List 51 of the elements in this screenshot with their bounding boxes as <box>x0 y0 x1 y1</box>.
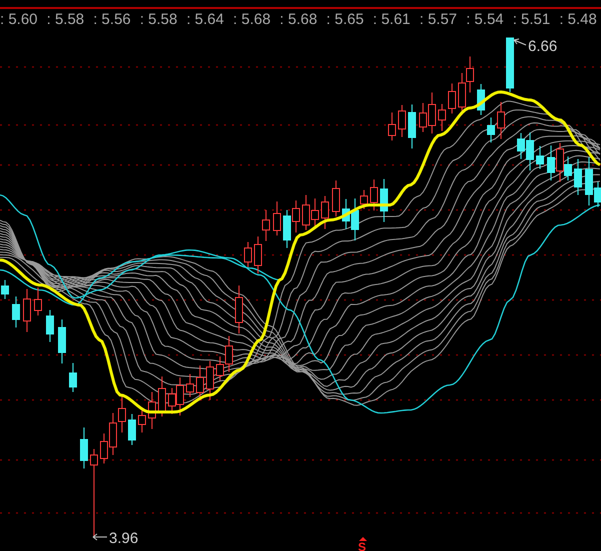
price-value: : 5.48 <box>559 12 597 27</box>
arrow-icon <box>514 38 526 46</box>
candlestick <box>380 178 388 222</box>
candlestick <box>206 360 214 400</box>
candlestick <box>148 392 156 430</box>
high-price-label: 6.66 <box>528 38 558 55</box>
candlestick <box>58 319 66 364</box>
price-value: : 5.54 <box>466 12 504 27</box>
candlestick <box>536 146 544 170</box>
candlestick <box>448 83 456 114</box>
candlestick <box>1 280 9 300</box>
candlestick <box>398 104 406 138</box>
candlestick <box>244 242 252 268</box>
candlestick <box>23 288 31 332</box>
price-value: : 5.56 <box>93 12 131 27</box>
candlestick <box>332 180 340 217</box>
candlestick <box>477 84 485 116</box>
arrow-icon <box>92 534 108 540</box>
price-value: : 5.61 <box>372 12 410 27</box>
candlestick <box>186 374 194 398</box>
candlestick <box>80 427 88 469</box>
candlestick <box>370 179 378 211</box>
candlestick <box>408 104 416 149</box>
price-value: : 5.60 <box>0 12 38 27</box>
candlestick <box>497 102 505 140</box>
price-value: : 5.58 <box>140 12 178 27</box>
triangle-icon <box>359 537 367 541</box>
candlestick <box>273 201 281 236</box>
candlestick <box>574 158 582 196</box>
price-value: : 5.65 <box>326 12 364 27</box>
candlestick <box>196 365 204 401</box>
price-value: : 5.51 <box>512 12 550 27</box>
candlestick <box>506 38 514 92</box>
candlestick <box>388 112 396 141</box>
candlestick <box>438 104 446 132</box>
candlestick <box>46 310 54 342</box>
candlestick <box>34 287 42 316</box>
candlestick <box>487 117 495 143</box>
candlestick <box>158 376 166 417</box>
price-value: : 5.58 <box>46 12 84 27</box>
price-value: : 5.57 <box>419 12 458 27</box>
signal-marker: S <box>358 540 366 551</box>
price-value: : 5.68 <box>280 12 318 27</box>
candlestick <box>12 296 20 328</box>
low-price-label: 3.96 <box>109 530 138 547</box>
candlestick <box>235 285 243 334</box>
price-value: : 5.68 <box>233 12 271 27</box>
price-value: : 5.64 <box>186 12 224 27</box>
candlestick <box>128 414 136 446</box>
candlestick <box>69 362 77 392</box>
candlestick <box>321 196 329 230</box>
